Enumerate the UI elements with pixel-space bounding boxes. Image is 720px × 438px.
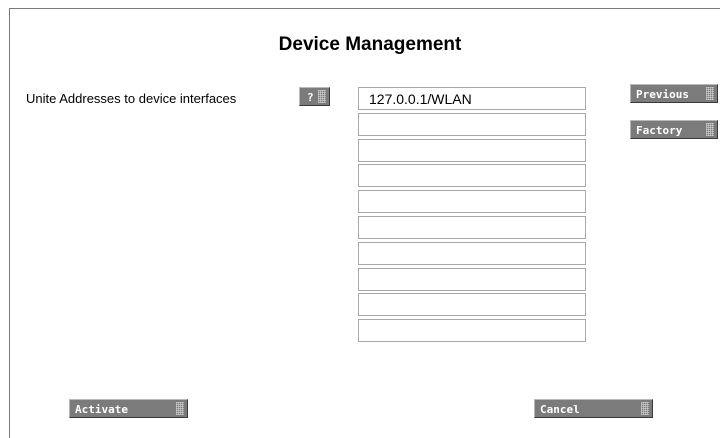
address-list <box>358 87 586 345</box>
address-field-10[interactable] <box>358 319 586 343</box>
activate-button[interactable]: Activate <box>69 399 188 418</box>
factory-button-label: Factory <box>636 124 683 137</box>
address-field-1[interactable] <box>358 87 586 110</box>
addresses-label: Unite Addresses to device interfaces <box>26 91 237 106</box>
activate-button-label: Activate <box>75 403 128 416</box>
grip-icon <box>641 402 649 415</box>
address-field-4[interactable] <box>358 164 586 188</box>
grip-icon <box>706 87 714 100</box>
address-field-9[interactable] <box>358 293 586 317</box>
help-button-label: ? <box>307 91 314 104</box>
address-field-6[interactable] <box>358 215 586 239</box>
factory-button[interactable]: Factory <box>630 120 718 139</box>
page-title: Device Management <box>278 34 462 55</box>
previous-button[interactable]: Previous <box>630 84 718 103</box>
grip-icon <box>706 123 714 136</box>
grip-icon <box>318 90 326 103</box>
address-field-8[interactable] <box>358 267 586 291</box>
address-field-5[interactable] <box>358 190 586 214</box>
address-field-3[interactable] <box>358 138 586 162</box>
address-field-2[interactable] <box>358 112 586 136</box>
cancel-button[interactable]: Cancel <box>534 399 653 418</box>
grip-icon <box>176 402 184 415</box>
cancel-button-label: Cancel <box>540 403 580 416</box>
previous-button-label: Previous <box>636 88 689 101</box>
address-field-7[interactable] <box>358 241 586 265</box>
help-button[interactable]: ? <box>299 87 330 106</box>
